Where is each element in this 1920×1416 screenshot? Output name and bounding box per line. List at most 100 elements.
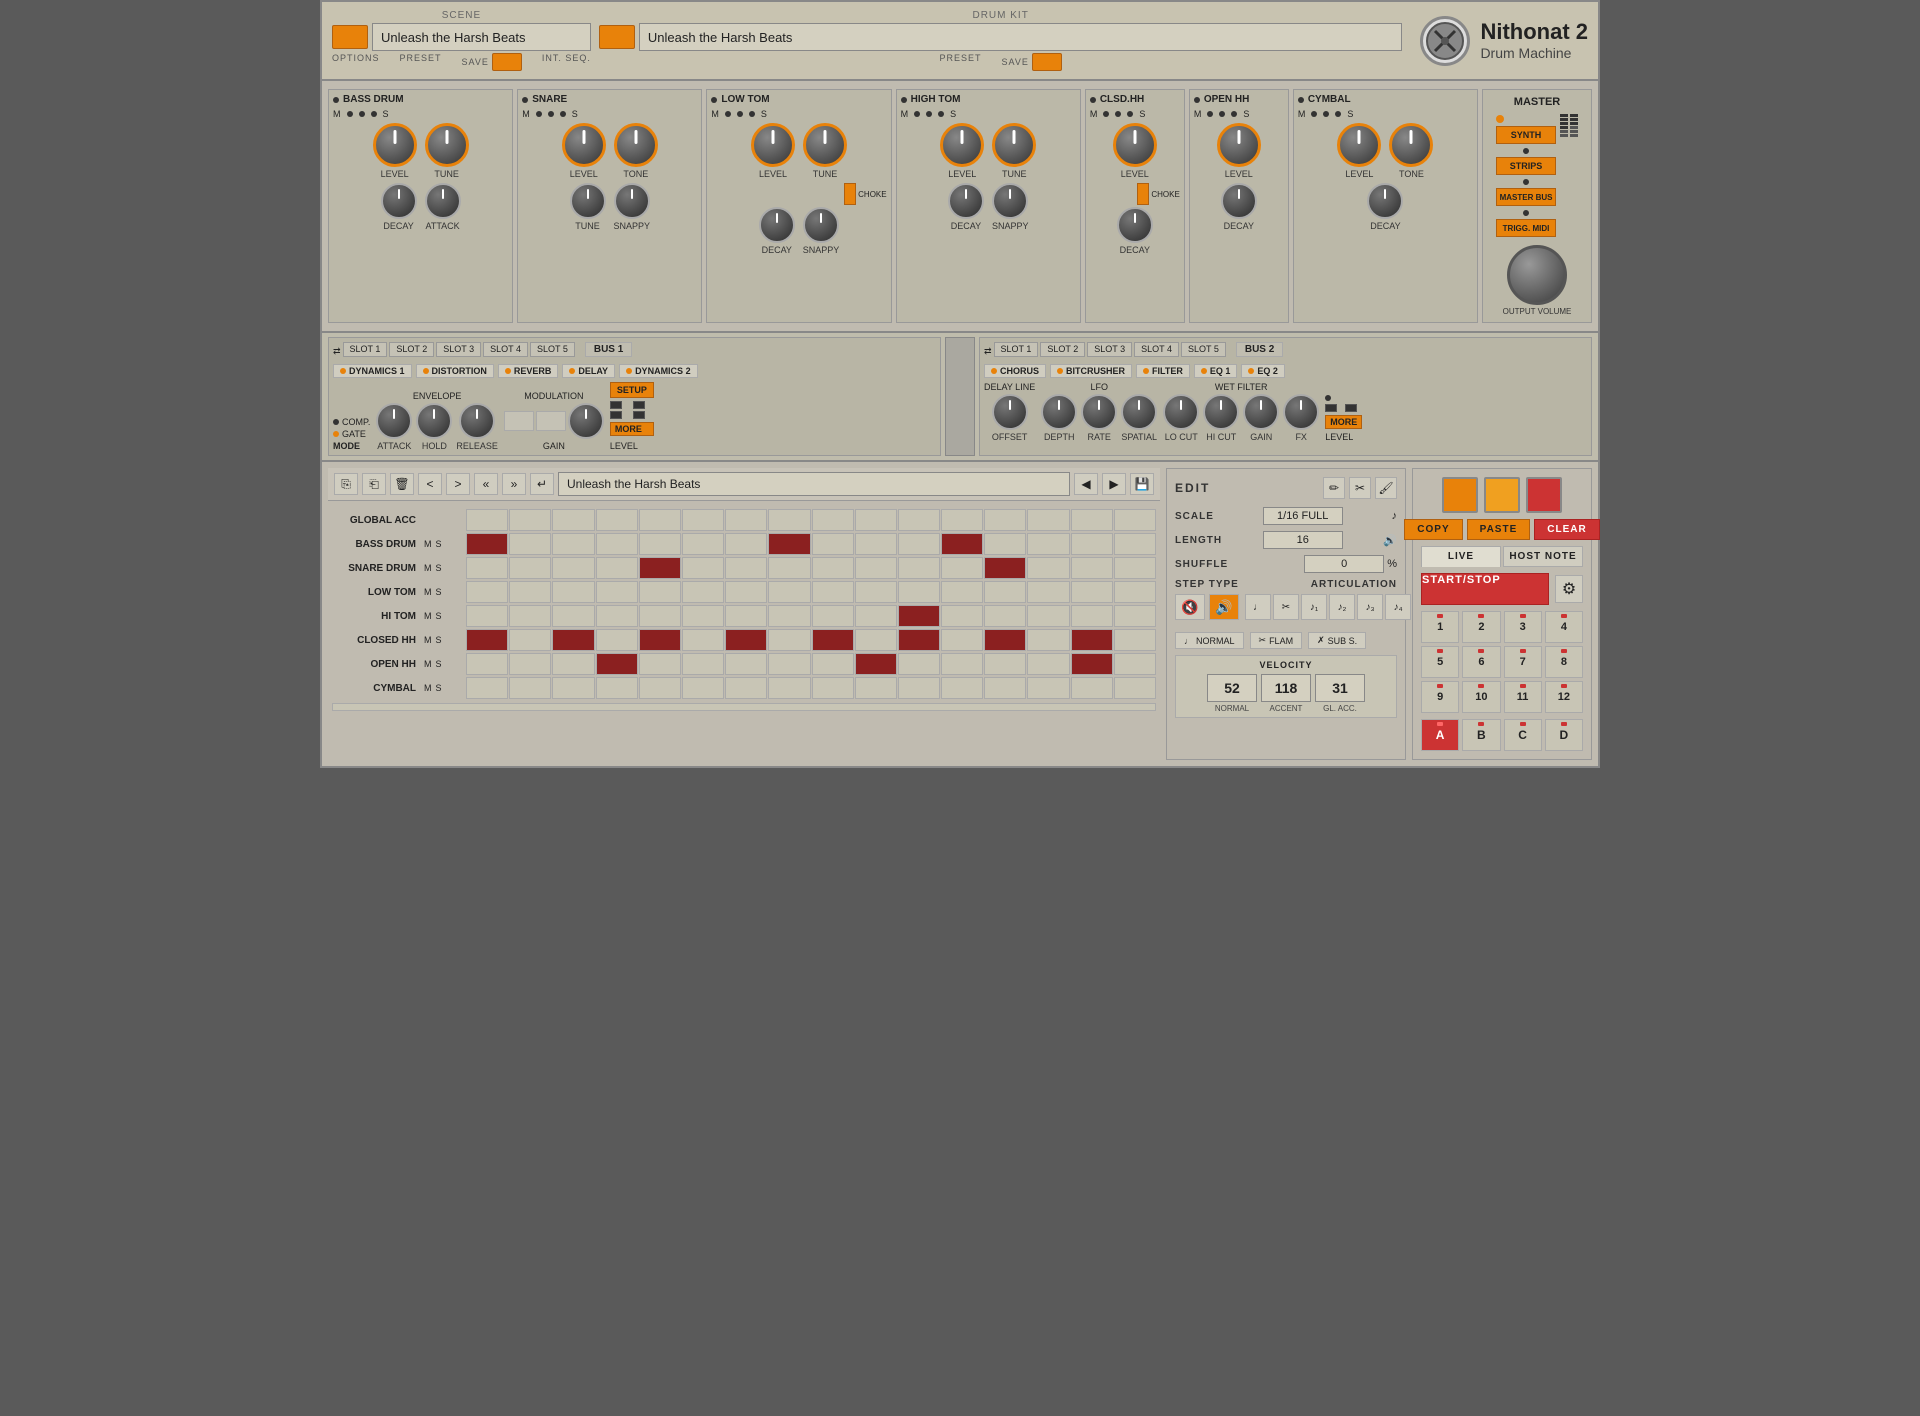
lowtom-decay-knob[interactable]	[759, 207, 795, 243]
oh-cell-12[interactable]	[984, 653, 1026, 675]
distortion-chip[interactable]: DISTORTION	[416, 364, 494, 378]
abcd-btn-c[interactable]: C	[1504, 719, 1542, 751]
hi-cut-knob[interactable]	[1203, 394, 1239, 430]
oh-cell-7[interactable]	[768, 653, 810, 675]
cell-15[interactable]	[1114, 509, 1156, 531]
oh-cell-4[interactable]	[639, 653, 681, 675]
hightom-decay-knob[interactable]	[948, 183, 984, 219]
seq-snaredrum-m[interactable]: M	[424, 563, 432, 573]
seq-lowtom-m[interactable]: M	[424, 587, 432, 597]
cell-9[interactable]	[855, 509, 897, 531]
lt-cell-15[interactable]	[1114, 581, 1156, 603]
bus2-slot3-tab[interactable]: SLOT 3	[1087, 342, 1132, 357]
oh-cell-8[interactable]	[812, 653, 854, 675]
ch-cell-10[interactable]	[898, 629, 940, 651]
settings-btn[interactable]: ⚙	[1555, 575, 1583, 603]
bus1-slot2-tab[interactable]: SLOT 2	[389, 342, 434, 357]
cy-cell-7[interactable]	[768, 677, 810, 699]
color-btn-orange2[interactable]	[1484, 477, 1520, 513]
cymbal-tone-knob[interactable]	[1389, 123, 1433, 167]
hightom-snappy-knob[interactable]	[992, 183, 1028, 219]
bus2-slot5-tab[interactable]: SLOT 5	[1181, 342, 1226, 357]
ht-cell-8[interactable]	[812, 605, 854, 627]
seq-enter-btn[interactable]: ↵	[530, 473, 554, 495]
bd-cell-6[interactable]	[725, 533, 767, 555]
oh-cell-15[interactable]	[1114, 653, 1156, 675]
copy-btn[interactable]: COPY	[1404, 519, 1462, 540]
seq-name-display[interactable]: Unleash the Harsh Beats	[558, 472, 1070, 496]
sd-cell-13[interactable]	[1027, 557, 1069, 579]
seq-delete-btn[interactable]: 🗑	[390, 473, 414, 495]
drumkit-save-label[interactable]: SAVE	[1002, 53, 1062, 71]
ch-cell-15[interactable]	[1114, 629, 1156, 651]
sd-cell-11[interactable]	[941, 557, 983, 579]
num-btn-12[interactable]: 12	[1545, 681, 1583, 713]
oh-cell-5[interactable]	[682, 653, 724, 675]
spatial-knob[interactable]	[1121, 394, 1157, 430]
num-btn-2[interactable]: 2	[1462, 611, 1500, 643]
lowtom-level-knob[interactable]	[751, 123, 795, 167]
snare-tone-knob[interactable]	[614, 123, 658, 167]
dynamics2-chip[interactable]: DYNAMICS 2	[619, 364, 698, 378]
lt-cell-1[interactable]	[509, 581, 551, 603]
bd-cell-10[interactable]	[898, 533, 940, 555]
lt-cell-2[interactable]	[552, 581, 594, 603]
edit-eraser-btn[interactable]: ✂	[1349, 477, 1371, 499]
ht-cell-7[interactable]	[768, 605, 810, 627]
ht-cell-5[interactable]	[682, 605, 724, 627]
oh-cell-3[interactable]	[596, 653, 638, 675]
ht-cell-13[interactable]	[1027, 605, 1069, 627]
num-btn-8[interactable]: 8	[1545, 646, 1583, 678]
dynamics1-chip[interactable]: DYNAMICS 1	[333, 364, 412, 378]
step-active-btn[interactable]: 🔊	[1209, 594, 1239, 620]
edit-pencil-btn[interactable]: ✏	[1323, 477, 1345, 499]
lt-cell-3[interactable]	[596, 581, 638, 603]
lt-cell-13[interactable]	[1027, 581, 1069, 603]
seq-paste-btn[interactable]: ⎗	[362, 473, 386, 495]
ch-cell-8[interactable]	[812, 629, 854, 651]
seq-next-btn[interactable]: >	[446, 473, 470, 495]
chorus-chip[interactable]: CHORUS	[984, 364, 1046, 378]
bassdrum-tune-knob[interactable]	[425, 123, 469, 167]
oh-cell-2[interactable]	[552, 653, 594, 675]
ht-cell-9[interactable]	[855, 605, 897, 627]
step-mute-btn[interactable]: 🔇	[1175, 594, 1205, 620]
ht-cell-11[interactable]	[941, 605, 983, 627]
cy-cell-0[interactable]	[466, 677, 508, 699]
num-btn-9[interactable]: 9	[1421, 681, 1459, 713]
num-btn-3[interactable]: 3	[1504, 611, 1542, 643]
live-btn[interactable]: LIVE	[1421, 546, 1501, 567]
ht-cell-0[interactable]	[466, 605, 508, 627]
art-4-btn[interactable]: ♪₂	[1329, 594, 1355, 620]
delay-chip[interactable]: DELAY	[562, 364, 615, 378]
lt-cell-7[interactable]	[768, 581, 810, 603]
ch-cell-3[interactable]	[596, 629, 638, 651]
seq-rewind-btn[interactable]: ◀	[1074, 473, 1098, 495]
bus2-slot1-tab[interactable]: SLOT 1	[994, 342, 1039, 357]
save-label[interactable]: SAVE	[462, 53, 522, 71]
bus1-slot4-tab[interactable]: SLOT 4	[483, 342, 528, 357]
eq1-chip[interactable]: EQ 1	[1194, 364, 1238, 378]
cell-4[interactable]	[639, 509, 681, 531]
lt-cell-6[interactable]	[725, 581, 767, 603]
art-3-btn[interactable]: ♪₁	[1301, 594, 1327, 620]
num-btn-11[interactable]: 11	[1504, 681, 1542, 713]
cymbal-decay-knob[interactable]	[1367, 183, 1403, 219]
bassdrum-level-knob[interactable]	[373, 123, 417, 167]
reverb-chip[interactable]: REVERB	[498, 364, 559, 378]
num-btn-5[interactable]: 5	[1421, 646, 1459, 678]
oh-cell-0[interactable]	[466, 653, 508, 675]
closedhh-level-knob[interactable]	[1113, 123, 1157, 167]
drumkit-orange-btn[interactable]	[599, 25, 635, 49]
seq-hitom-s[interactable]: S	[436, 611, 442, 621]
bus1-attack-knob[interactable]	[376, 403, 412, 439]
oh-cell-10[interactable]	[898, 653, 940, 675]
sd-cell-6[interactable]	[725, 557, 767, 579]
oh-cell-1[interactable]	[509, 653, 551, 675]
bus1-more-btn[interactable]: MORE	[610, 422, 654, 436]
ch-cell-6[interactable]	[725, 629, 767, 651]
cell-10[interactable]	[898, 509, 940, 531]
seq-scrollbar[interactable]	[332, 703, 1156, 711]
seq-bassdrum-s[interactable]: S	[436, 539, 442, 549]
bus2-gain-knob[interactable]	[1243, 394, 1279, 430]
